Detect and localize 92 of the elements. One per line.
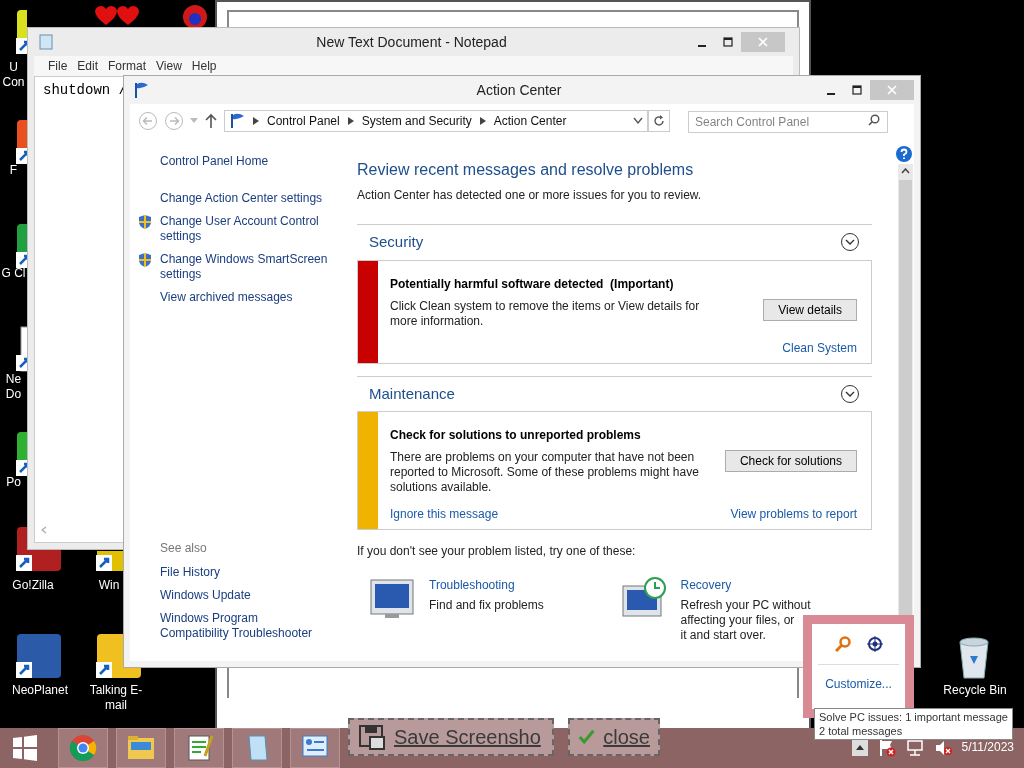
chevron-right-icon xyxy=(347,117,354,125)
taskbar-button[interactable] xyxy=(290,728,340,768)
desktop-icon-label: Ne Do xyxy=(4,372,23,402)
close-button[interactable]: close xyxy=(568,718,660,756)
alert-description: There are problems on your computer that have not been reported to Microsoft. Some of these problems might have solutions available. xyxy=(390,450,700,495)
desktop-icon-label: Po xyxy=(5,475,22,490)
page-description: Action Center has detected one or more issues for you to review. xyxy=(357,187,703,204)
page-heading: Review recent messages and resolve problems xyxy=(357,160,695,180)
sidebar-link[interactable]: View archived messages xyxy=(160,290,335,305)
section-heading[interactable]: Maintenance xyxy=(369,382,455,405)
speaker-muted-icon[interactable] xyxy=(933,739,952,757)
shield-icon xyxy=(138,214,152,230)
window-title: New Text Document - Notepad xyxy=(316,32,507,52)
search-icon[interactable] xyxy=(868,114,880,126)
magnifier-icon[interactable] xyxy=(834,636,851,652)
desktop-icon-label: Recycle Bin xyxy=(942,683,1008,698)
help-icon[interactable] xyxy=(896,146,912,162)
alert-title: Check for solutions to unreported problems xyxy=(390,427,642,444)
save-screenshot-button[interactable]: Save Screensho xyxy=(348,718,554,756)
up-arrow-icon[interactable] xyxy=(204,113,218,129)
maximize-icon xyxy=(723,37,733,47)
notepad-icon xyxy=(38,34,54,50)
breadcrumb-item[interactable]: System and Security xyxy=(361,112,472,130)
breadcrumb-item[interactable]: Control Panel xyxy=(267,112,340,130)
flag-icon xyxy=(229,113,245,129)
alert-link[interactable]: Ignore this message xyxy=(390,505,499,523)
alert-link[interactable]: View problems to report xyxy=(730,505,857,523)
show-hidden-icons-icon[interactable] xyxy=(851,740,868,756)
alert-description: Click Clean system to remove the items or View details for more information. xyxy=(390,298,701,329)
menu-item[interactable]: Help xyxy=(191,57,217,75)
taskbar-button[interactable] xyxy=(58,728,108,768)
action-button[interactable]: View details xyxy=(763,298,857,321)
hint-text: If you don't see your problem listed, try one of these: xyxy=(357,543,637,560)
network-icon[interactable] xyxy=(905,739,924,757)
close-icon xyxy=(887,85,897,95)
tooltip-text: 2 total messages xyxy=(819,724,904,738)
chevron-right-icon xyxy=(479,117,486,125)
alert-link[interactable]: Clean System xyxy=(782,338,857,357)
taskbar-button[interactable] xyxy=(232,728,282,768)
menu-item[interactable]: Format xyxy=(108,57,147,75)
breadcrumb-item[interactable]: Action Center xyxy=(493,112,567,130)
chevron-right-icon xyxy=(253,117,259,125)
sidebar-link[interactable]: Control Panel Home xyxy=(160,154,335,169)
taskbar-button[interactable] xyxy=(174,728,224,768)
sidebar-link[interactable]: Windows Program Compatibility Troubleshooter xyxy=(160,611,330,641)
tool-link[interactable]: Recovery xyxy=(680,576,811,594)
tool-link[interactable]: Troubleshooting xyxy=(429,576,544,594)
monitor-icon xyxy=(369,576,415,620)
maximize-icon xyxy=(852,85,862,95)
desktop-icon-label: U Con xyxy=(1,60,26,90)
section-heading[interactable]: Security xyxy=(369,231,424,254)
menu-item[interactable]: Edit xyxy=(77,57,99,75)
shield-icon xyxy=(138,252,152,268)
target-icon[interactable] xyxy=(866,636,883,652)
desktop-icon-label: Go!Zilla xyxy=(11,578,55,593)
tool-description: affecting your files, or xyxy=(680,613,796,628)
minimize-icon xyxy=(697,45,707,47)
sidebar-link[interactable]: Windows Update xyxy=(160,588,330,603)
floppy-icon xyxy=(358,723,386,751)
action-button[interactable]: Check for solutions xyxy=(724,450,857,472)
desktop-icon-label: Win xyxy=(97,578,121,593)
menu-item[interactable]: File xyxy=(48,57,68,75)
tooltip-text: Solve PC issues: 1 important message xyxy=(819,710,1008,724)
desktop-icon-label: Talking E-mail xyxy=(88,683,144,713)
sidebar-link[interactable]: Change User Account Control settings xyxy=(160,214,335,244)
dropdown-caret-icon[interactable] xyxy=(633,117,643,125)
refresh-icon xyxy=(653,115,665,127)
desktop-icon-label: G Cl xyxy=(0,266,27,281)
sidebar-link[interactable]: Change Windows SmartScreen settings xyxy=(160,252,335,282)
alert-title: Potentially harmful software detected (Important) xyxy=(390,275,675,293)
window-title: Action Center xyxy=(476,80,562,100)
close-icon xyxy=(758,37,768,47)
sidebar-link[interactable]: Change Action Center settings xyxy=(160,191,335,206)
minimize-icon xyxy=(826,93,836,95)
sidebar-link[interactable]: File History xyxy=(160,565,330,580)
address-bar[interactable]: Control Panel System and Security Action Center xyxy=(224,110,648,132)
clock-date[interactable]: 5/11/2023 xyxy=(961,738,1014,756)
tool-description: Find and fix problems xyxy=(429,598,544,613)
desktop-shortcut-icon[interactable] xyxy=(95,551,123,573)
chevron-down-icon[interactable] xyxy=(840,232,860,253)
desktop-icon-label: NeoPlanet xyxy=(10,683,69,698)
refresh-button[interactable] xyxy=(648,110,670,132)
menu-item[interactable]: View xyxy=(156,57,182,75)
monitor-clock-icon xyxy=(620,576,667,620)
flag-icon xyxy=(132,81,150,99)
tool-description: it and start over. xyxy=(680,628,767,643)
chevron-down-icon[interactable] xyxy=(840,383,860,404)
search-field[interactable]: Search Control Panel xyxy=(688,111,888,133)
desktop-icon-label: F xyxy=(8,163,19,178)
tool-description: Refresh your PC without xyxy=(680,598,811,613)
desktop-shortcut-icon[interactable] xyxy=(15,632,63,680)
see-also-heading: See also xyxy=(160,540,208,557)
